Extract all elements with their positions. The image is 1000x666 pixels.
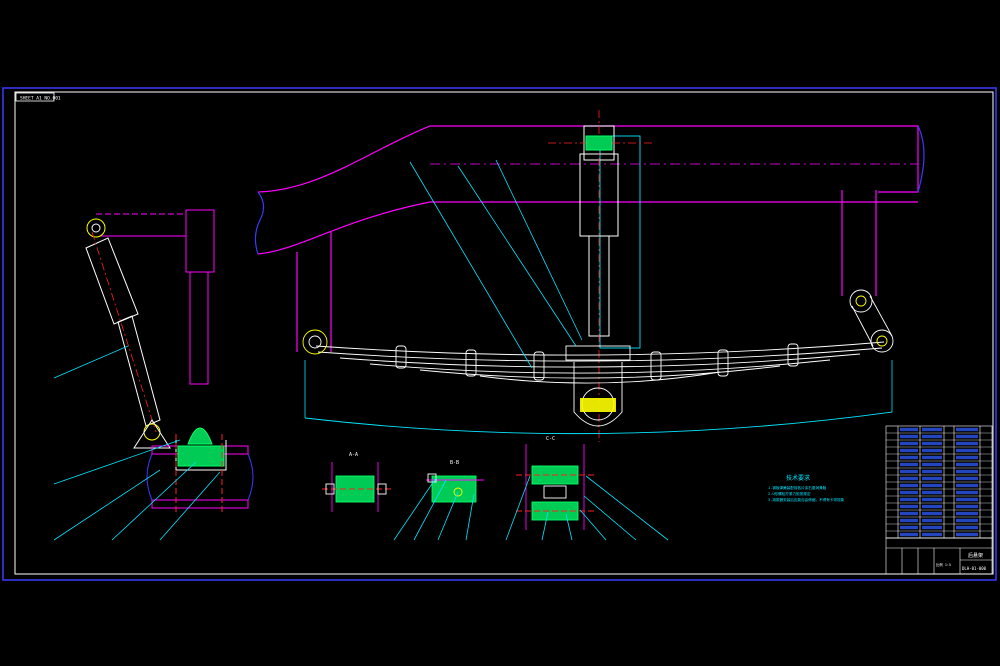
leaf-spring-assembly bbox=[302, 289, 894, 427]
parts-list-cell-fill bbox=[900, 490, 918, 495]
scale-caption: 比例 1:5 bbox=[936, 562, 951, 567]
parts-list-cell-fill bbox=[922, 483, 942, 488]
parts-list-cell-fill bbox=[900, 504, 918, 509]
section-view-c bbox=[516, 444, 594, 530]
parts-list-cell-fill bbox=[956, 525, 978, 530]
parts-list-cell-fill bbox=[900, 532, 918, 537]
parts-list-cell-fill bbox=[956, 518, 978, 523]
parts-list-cell-fill bbox=[922, 497, 942, 502]
parts-list-cell-fill bbox=[922, 448, 942, 453]
tech-req-line-3: 3.减振器安装后应能自由伸缩，不得有卡滞现象 bbox=[768, 497, 845, 502]
cad-drawing-canvas: SHEET A1 NO.001 A-A B-B C-C 技术要求 1.钢板弹簧装… bbox=[0, 0, 1000, 666]
drawing-sheet: SHEET A1 NO.001 A-A B-B C-C 技术要求 1.钢板弹簧装… bbox=[2, 87, 997, 581]
parts-list-cell-fill bbox=[900, 434, 918, 439]
spring-travel-arc bbox=[304, 411, 893, 435]
parts-list-cell-fill bbox=[956, 504, 978, 509]
parts-list-cell-fill bbox=[900, 441, 918, 446]
parts-list-cell-fill bbox=[956, 532, 978, 537]
parts-list-cell-fill bbox=[900, 462, 918, 467]
parts-list-cell-fill bbox=[956, 455, 978, 460]
leader-lines bbox=[409, 159, 583, 369]
parts-list-cell-fill bbox=[922, 427, 942, 432]
tech-req-line-1: 1.钢板弹簧装配前各片涂石墨润滑脂 bbox=[768, 485, 827, 490]
parts-list-cell-fill bbox=[900, 476, 918, 481]
parts-list-cell-fill bbox=[956, 483, 978, 488]
parts-list-cell-fill bbox=[900, 525, 918, 530]
parts-list-cell-fill bbox=[922, 462, 942, 467]
parts-list-cell-fill bbox=[900, 455, 918, 460]
shock-bracket bbox=[599, 135, 641, 349]
parts-list-cell-fill bbox=[956, 462, 978, 467]
parts-list-cell-fill bbox=[922, 455, 942, 460]
section-label-b: B-B bbox=[450, 460, 459, 466]
tech-req-heading: 技术要求 bbox=[786, 474, 810, 482]
section-label-a: A-A bbox=[349, 452, 358, 458]
parts-list-cell-fill bbox=[900, 469, 918, 474]
section-view-a bbox=[322, 462, 392, 512]
parts-list-cell-fill bbox=[922, 532, 942, 537]
drawing-name: 后悬架 bbox=[968, 552, 983, 559]
parts-list-cell-fill bbox=[922, 504, 942, 509]
parts-list-cell-fill bbox=[900, 427, 918, 432]
parts-list-cell-fill bbox=[900, 511, 918, 516]
parts-list-cell-fill bbox=[956, 476, 978, 481]
parts-list-cell-fill bbox=[956, 469, 978, 474]
tech-req-line-2: 2.U形螺栓拧紧力矩按规定 bbox=[768, 491, 811, 496]
parts-list-cell-fill bbox=[900, 448, 918, 453]
parts-list-cell-fill bbox=[956, 434, 978, 439]
section-view-b bbox=[426, 473, 484, 503]
parts-list-cell-fill bbox=[900, 497, 918, 502]
parts-list-cell-fill bbox=[956, 490, 978, 495]
parts-list-cell-fill bbox=[956, 427, 978, 432]
parts-list-cell-fill bbox=[922, 511, 942, 516]
side-shock-view bbox=[85, 209, 254, 512]
parts-list-cell-fill bbox=[956, 511, 978, 516]
parts-list-cell-fill bbox=[900, 518, 918, 523]
section-label-c: C-C bbox=[546, 436, 555, 442]
drawing-number: DLH-01-000 bbox=[962, 566, 987, 571]
parts-list-cell-fill bbox=[922, 525, 942, 530]
parts-list-rows bbox=[886, 427, 992, 539]
parts-list-cell-fill bbox=[956, 448, 978, 453]
parts-list-cell-fill bbox=[956, 497, 978, 502]
parts-list-cell-fill bbox=[922, 469, 942, 474]
parts-list-cell-fill bbox=[922, 434, 942, 439]
stamp-text: SHEET A1 NO.001 bbox=[20, 96, 61, 102]
parts-list-cell-fill bbox=[900, 483, 918, 488]
parts-list-cell-fill bbox=[922, 518, 942, 523]
parts-list-cell-fill bbox=[922, 476, 942, 481]
parts-list-cell-fill bbox=[956, 441, 978, 446]
parts-list-cell-fill bbox=[922, 490, 942, 495]
parts-list-cell-fill bbox=[922, 441, 942, 446]
